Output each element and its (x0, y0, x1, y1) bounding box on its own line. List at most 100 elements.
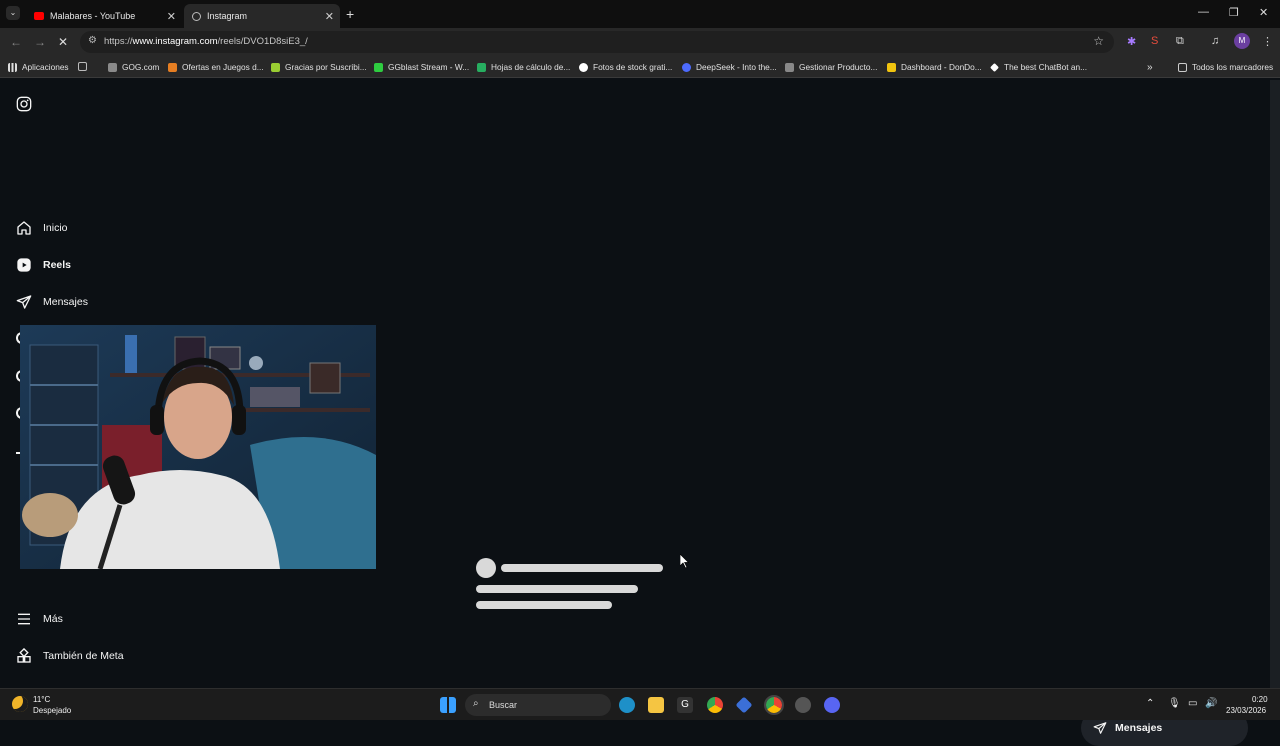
bookmark-deepseek[interactable]: DeepSeek - Into the... (682, 62, 777, 72)
nav-reels[interactable]: Reels (16, 257, 71, 273)
skeleton-line (476, 585, 638, 593)
reels-icon (17, 258, 31, 272)
messages-icon (16, 295, 32, 309)
kick-icon (374, 62, 383, 72)
diamond-icon (990, 62, 999, 72)
file-explorer-icon[interactable] (648, 697, 664, 713)
store-icon (785, 62, 794, 72)
epic-games-icon[interactable]: G (677, 697, 693, 713)
bookmark-fotos[interactable]: Fotos de stock grati... (579, 62, 672, 72)
bookmark-apps[interactable]: Aplicaciones (8, 62, 69, 72)
more-bookmarks-icon[interactable]: » (1147, 62, 1153, 73)
close-tab-icon[interactable]: ✕ (167, 10, 176, 23)
microphone-icon[interactable]: 🎙 (1168, 698, 1181, 709)
pexels-icon (579, 62, 588, 72)
clock-date[interactable]: 23/03/2026 (1226, 706, 1266, 715)
nav-more[interactable]: Más (16, 611, 63, 627)
bookmark-chatbot[interactable]: The best ChatBot an... (990, 62, 1087, 72)
search-icon: ⌕ (473, 698, 479, 709)
skeleton-line (476, 601, 612, 609)
clock-time[interactable]: 0:20 (1252, 695, 1268, 704)
menu-icon (18, 613, 30, 625)
bookmark-gestionar[interactable]: Gestionar Producto... (785, 62, 877, 72)
extension-icon[interactable]: ✱ (1127, 35, 1136, 48)
minimize-button[interactable]: — (1198, 6, 1209, 18)
skeleton-avatar (476, 558, 496, 578)
tab-title: Malabares - YouTube (50, 11, 136, 21)
browser-tab-strip: ⌄ Malabares - YouTube ✕ Instagram ✕ + — … (0, 0, 1280, 28)
messages-button-label: Mensajes (1115, 722, 1163, 734)
dashboard-icon (887, 62, 896, 72)
profile-avatar[interactable]: M (1234, 33, 1250, 49)
windows-taskbar: 11°C Despejado ⌕ Buscar G ⌃ 🎙 ▭ 🔊 0:20 2… (0, 688, 1280, 720)
bookmark-hojas[interactable]: Hojas de cálculo de... (477, 62, 570, 72)
bookmark-grid[interactable] (78, 62, 92, 71)
media-controls-icon[interactable]: ♫ (1211, 35, 1219, 47)
browser-menu-icon[interactable]: ⋮ (1262, 35, 1273, 48)
bookmark-gracias[interactable]: Gracias por Suscribi... (271, 62, 367, 72)
nav-label: Reels (43, 259, 72, 271)
bookmark-star-icon[interactable]: ☆ (1093, 34, 1104, 48)
tab-youtube[interactable]: Malabares - YouTube ✕ (26, 4, 182, 28)
nav-messages[interactable]: Mensajes (16, 294, 88, 310)
app-diamond-icon[interactable] (735, 696, 753, 714)
weather-temp: 11°C (33, 695, 51, 704)
bookmarks-bar: Aplicaciones GOG.com Ofertas en Juegos d… (0, 56, 1280, 78)
nav-also-from-meta[interactable]: También de Meta (16, 648, 124, 664)
messages-icon (1093, 722, 1107, 734)
new-tab-button[interactable]: + (346, 6, 354, 22)
nav-label: Más (43, 613, 63, 625)
instagram-logo-icon[interactable] (16, 96, 32, 112)
address-bar[interactable]: ⚙ https://www.instagram.com/reels/DVO1D8… (80, 31, 1114, 53)
obs-icon[interactable] (795, 697, 811, 713)
bookmark-dashboard[interactable]: Dashboard - DonDo... (887, 62, 982, 72)
tab-search-button[interactable]: ⌄ (6, 6, 20, 20)
tab-title: Instagram (207, 11, 248, 21)
bookmark-gog[interactable]: GOG.com (108, 62, 159, 72)
browser-toolbar: ← → ✕ ⚙ https://www.instagram.com/reels/… (0, 28, 1280, 56)
forward-button[interactable]: → (34, 35, 46, 49)
extensions-puzzle-icon[interactable]: ⧉ (1176, 35, 1184, 48)
windows-start-icon[interactable] (440, 697, 456, 713)
deepseek-icon (682, 62, 691, 72)
close-window-button[interactable]: ✕ (1259, 6, 1268, 19)
volume-icon[interactable]: 🔊 (1205, 698, 1217, 709)
tag-icon (168, 62, 177, 72)
network-icon[interactable]: ▭ (1188, 698, 1197, 709)
page-scrollbar[interactable] (1270, 80, 1280, 688)
nav-label: Inicio (43, 222, 68, 234)
folder-icon (1178, 62, 1187, 72)
nav-label: También de Meta (43, 650, 124, 662)
globe-icon (192, 11, 201, 21)
bookmark-ggblast[interactable]: GGblast Stream - W... (374, 62, 469, 72)
tray-chevron-icon[interactable]: ⌃ (1146, 698, 1154, 709)
youtube-icon (34, 12, 44, 20)
grid-icon (78, 62, 87, 71)
stop-loading-button[interactable]: ✕ (58, 35, 68, 49)
mouse-cursor-icon (680, 554, 689, 568)
nav-label: Mensajes (43, 296, 88, 308)
home-icon (17, 221, 31, 235)
close-tab-icon[interactable]: ✕ (325, 10, 334, 23)
tab-instagram[interactable]: Instagram ✕ (184, 4, 340, 28)
back-button[interactable]: ← (10, 35, 22, 49)
skeleton-line (501, 564, 663, 572)
chrome-icon[interactable] (707, 697, 723, 713)
discord-icon[interactable] (824, 697, 840, 713)
gog-icon (108, 62, 117, 72)
sheets-icon (477, 62, 486, 72)
weather-moon-icon[interactable] (12, 696, 28, 712)
all-bookmarks-folder[interactable]: Todos los marcadores (1178, 62, 1273, 72)
nav-home[interactable]: Inicio (16, 220, 68, 236)
bookmark-ofertas[interactable]: Ofertas en Juegos d... (168, 62, 264, 72)
restore-button[interactable]: ❐ (1229, 6, 1239, 19)
chrome-profile-icon[interactable] (764, 695, 784, 715)
search-placeholder: Buscar (489, 700, 518, 710)
taskbar-search[interactable]: ⌕ Buscar (465, 694, 611, 716)
edge-icon[interactable] (619, 697, 635, 713)
streamer-webcam-image (20, 325, 376, 569)
extension-s-icon[interactable]: S (1151, 35, 1158, 47)
site-info-icon[interactable]: ⚙ (88, 35, 97, 46)
webcam-overlay (20, 325, 376, 569)
leaf-icon (271, 62, 280, 72)
